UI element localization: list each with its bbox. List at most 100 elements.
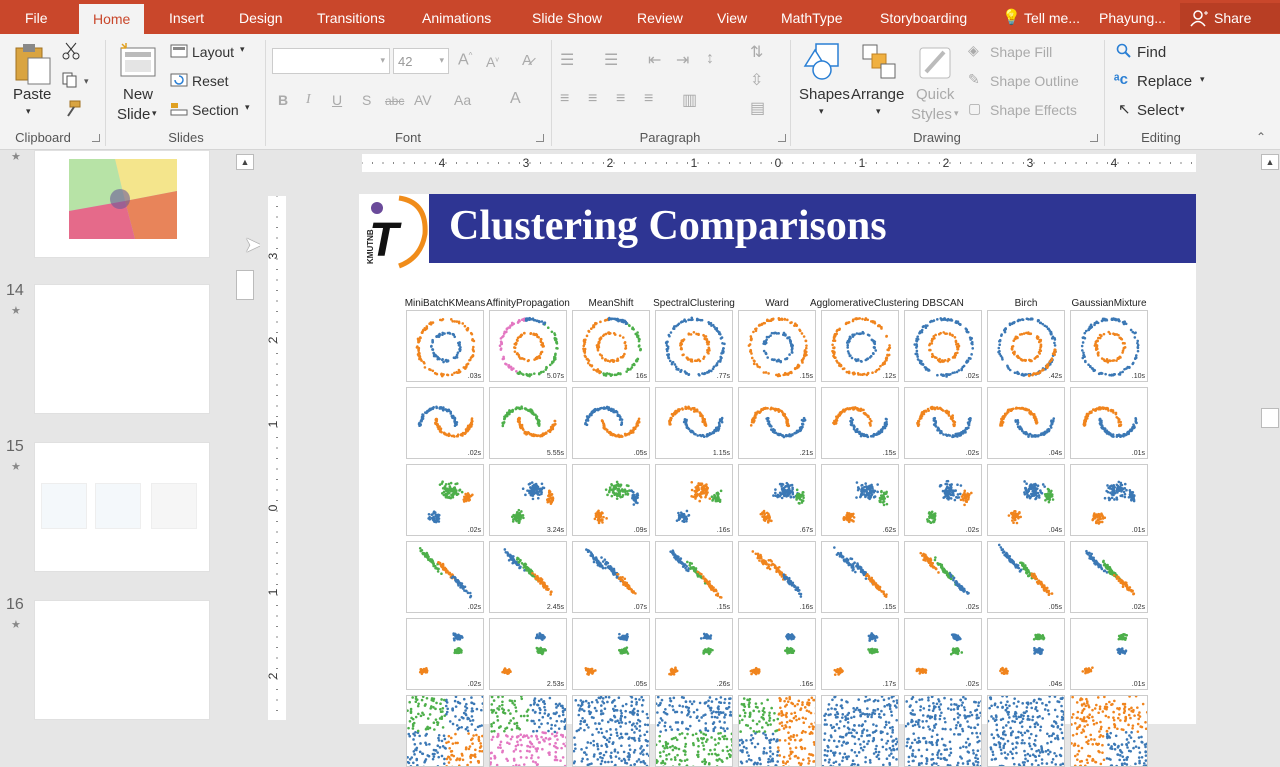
- tab-transitions[interactable]: Transitions: [317, 0, 385, 34]
- cluster-scatter-plot: [822, 542, 899, 613]
- slide-canvas[interactable]: T KMUTNB Clustering Comparisons .03s5.07…: [359, 194, 1196, 724]
- numbering-icon[interactable]: ☰: [604, 50, 618, 70]
- drawing-launcher-icon[interactable]: [1090, 134, 1098, 142]
- ruler-tick-label: 4: [1111, 156, 1118, 170]
- runtime-label: .01s: [1132, 681, 1145, 688]
- select-button[interactable]: Select: [1137, 102, 1179, 119]
- runtime-label: .12s: [883, 373, 896, 380]
- clear-formatting-icon[interactable]: A̷: [522, 52, 532, 69]
- reset-button[interactable]: Reset: [192, 73, 229, 89]
- clipboard-launcher-icon[interactable]: [92, 134, 100, 142]
- shape-outline-button[interactable]: Shape Outline: [990, 73, 1079, 89]
- cluster-subplot: .04s: [987, 618, 1065, 690]
- scrollbar-thumb[interactable]: [236, 270, 254, 300]
- scrollbar-thumb[interactable]: [1261, 408, 1279, 428]
- italic-icon[interactable]: I: [306, 92, 311, 108]
- cluster-scatter-plot: [490, 696, 567, 767]
- character-spacing-icon[interactable]: AV: [414, 92, 432, 108]
- bold-icon[interactable]: B: [278, 92, 288, 108]
- share-button[interactable]: Share: [1180, 3, 1280, 33]
- tab-design[interactable]: Design: [239, 0, 283, 34]
- cluster-scatter-plot: [905, 542, 982, 613]
- cluster-subplot: .02s: [904, 310, 982, 382]
- scroll-up-icon[interactable]: ▲: [1261, 154, 1279, 170]
- decrease-font-size-icon[interactable]: Av: [486, 54, 499, 70]
- text-shadow-icon[interactable]: S: [362, 92, 371, 108]
- collapse-ribbon-icon[interactable]: ⌃: [1256, 130, 1266, 144]
- underline-icon[interactable]: U: [332, 92, 342, 108]
- quick-styles-button[interactable]: Quick: [916, 86, 954, 103]
- tab-slide-show[interactable]: Slide Show: [532, 0, 602, 34]
- tell-me-search[interactable]: Tell me...: [1024, 0, 1080, 34]
- slide-thumbnail-13[interactable]: [34, 150, 210, 258]
- slide-number: 15: [6, 438, 24, 456]
- cluster-subplot: .01s: [1070, 618, 1148, 690]
- chevron-down-icon[interactable]: ▾: [152, 108, 157, 119]
- change-case-icon[interactable]: Aa: [454, 92, 471, 108]
- line-spacing-icon[interactable]: ↕: [706, 50, 714, 68]
- font-name-input[interactable]: ▾: [272, 48, 390, 74]
- cluster-subplot: .07s: [572, 541, 650, 613]
- format-painter-icon[interactable]: [62, 100, 82, 118]
- slide-scrollbar[interactable]: ▲: [1260, 150, 1280, 720]
- cluster-scatter-plot: [988, 542, 1065, 613]
- shapes-button[interactable]: Shapes: [799, 86, 850, 103]
- cluster-scatter-plot: [573, 311, 650, 382]
- cut-icon[interactable]: [62, 42, 80, 60]
- find-button[interactable]: Find: [1137, 44, 1166, 61]
- slide-thumbnail-15[interactable]: [34, 442, 210, 572]
- account-name[interactable]: Phayung...: [1099, 0, 1166, 34]
- runtime-label: .15s: [717, 604, 730, 611]
- tab-view[interactable]: View: [717, 0, 747, 34]
- slide-title[interactable]: Clustering Comparisons: [449, 202, 887, 250]
- runtime-label: .67s: [800, 527, 813, 534]
- paragraph-launcher-icon[interactable]: [778, 134, 786, 142]
- align-left-icon[interactable]: ≡: [560, 90, 569, 108]
- tab-insert[interactable]: Insert: [169, 0, 204, 34]
- align-text-icon[interactable]: ⇳: [750, 70, 763, 90]
- increase-font-size-icon[interactable]: A^: [458, 51, 472, 69]
- chevron-down-icon[interactable]: ▾: [26, 106, 31, 117]
- arrange-button[interactable]: Arrange: [851, 86, 904, 103]
- justify-icon[interactable]: ≡: [644, 90, 653, 108]
- font-size-input[interactable]: 42 ▾: [393, 48, 449, 74]
- align-right-icon[interactable]: ≡: [616, 90, 625, 108]
- tab-home[interactable]: Home: [79, 4, 144, 34]
- cluster-subplot: .16s: [738, 541, 816, 613]
- cluster-subplot: [821, 695, 899, 767]
- ruler-tick-label: 2: [607, 156, 614, 170]
- copy-icon[interactable]: ▾: [62, 72, 92, 88]
- layout-button[interactable]: Layout: [192, 44, 234, 60]
- scroll-up-icon[interactable]: ▲: [236, 154, 254, 170]
- slide-number: 16: [6, 596, 24, 614]
- shape-effects-button[interactable]: Shape Effects: [990, 102, 1077, 118]
- section-button[interactable]: Section: [192, 102, 239, 118]
- strikethrough-icon[interactable]: abc: [385, 94, 404, 108]
- runtime-label: .09s: [634, 527, 647, 534]
- bullets-icon[interactable]: ☰: [560, 50, 574, 70]
- paste-button[interactable]: Paste: [13, 86, 51, 103]
- shape-fill-button[interactable]: Shape Fill: [990, 44, 1052, 60]
- tab-file[interactable]: File: [25, 0, 48, 34]
- tab-mathtype[interactable]: MathType: [781, 0, 842, 34]
- tab-storyboarding[interactable]: Storyboarding: [880, 0, 967, 34]
- runtime-label: .05s: [634, 450, 647, 457]
- smartart-icon[interactable]: ▤: [750, 98, 765, 118]
- columns-icon[interactable]: ▥: [682, 90, 697, 110]
- cluster-scatter-plot: [905, 388, 982, 459]
- decrease-indent-icon[interactable]: ⇤: [648, 50, 661, 70]
- font-color-icon[interactable]: A: [510, 90, 521, 108]
- font-launcher-icon[interactable]: [536, 134, 544, 142]
- slide-thumbnail-16[interactable]: [34, 600, 210, 720]
- text-direction-icon[interactable]: ⇅: [750, 42, 763, 62]
- increase-indent-icon[interactable]: ⇥: [676, 50, 689, 70]
- new-slide-button[interactable]: New: [123, 86, 153, 103]
- cluster-subplot: .15s: [655, 541, 733, 613]
- cluster-scatter-plot: [573, 542, 650, 613]
- tab-animations[interactable]: Animations: [422, 0, 491, 34]
- align-center-icon[interactable]: ≡: [588, 90, 597, 108]
- slide-thumbnail-14[interactable]: [34, 284, 210, 414]
- tab-review[interactable]: Review: [637, 0, 683, 34]
- replace-button[interactable]: Replace: [1137, 73, 1192, 90]
- ruler-tick-label: 2: [268, 336, 280, 343]
